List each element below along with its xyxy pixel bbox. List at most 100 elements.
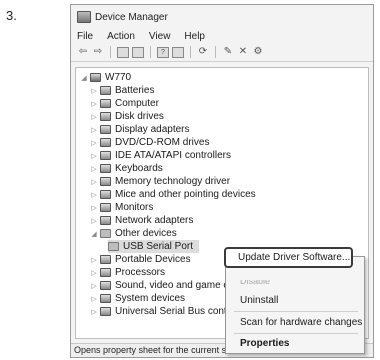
computer-icon xyxy=(90,73,101,82)
disk-drive-icon xyxy=(100,112,111,121)
step-number: 3. xyxy=(6,8,17,23)
collapse-icon[interactable]: ▷ xyxy=(90,165,98,173)
keyboard-icon xyxy=(100,164,111,173)
tree-root[interactable]: ◢ W770 xyxy=(80,71,131,84)
menu-action[interactable]: Action xyxy=(107,31,135,42)
usb-controller-icon xyxy=(100,307,111,316)
sound-icon xyxy=(100,281,111,290)
menu-item-properties[interactable]: Properties xyxy=(240,338,289,349)
collapse-icon[interactable]: ▷ xyxy=(90,282,98,290)
tree-node[interactable]: ▷ Memory technology driver xyxy=(90,175,230,188)
tree-node-selected[interactable]: USB Serial Port xyxy=(108,240,200,253)
system-devices-icon xyxy=(100,294,111,303)
collapse-icon[interactable]: ▷ xyxy=(90,139,98,147)
device-manager-icon xyxy=(77,11,91,23)
title-bar: Device Manager xyxy=(71,5,373,29)
tree-label: Other devices xyxy=(115,228,177,239)
tree-label: Disk drives xyxy=(115,111,164,122)
tree-label: System devices xyxy=(115,293,186,304)
tree-node[interactable]: ▷ Batteries xyxy=(90,84,154,97)
dvd-drive-icon xyxy=(100,138,111,147)
back-icon[interactable]: ⇦ xyxy=(77,46,89,58)
tree-node[interactable]: ◢ Other devices xyxy=(90,227,177,240)
toolbar-divider xyxy=(150,46,151,58)
memory-icon xyxy=(100,177,111,186)
collapse-icon[interactable]: ▷ xyxy=(90,191,98,199)
monitor-icon xyxy=(100,203,111,212)
menu-separator xyxy=(234,311,358,312)
portable-devices-icon xyxy=(100,255,111,264)
network-adapter-icon xyxy=(100,216,111,225)
menu-item-uninstall[interactable]: Uninstall xyxy=(240,295,278,306)
window-title: Device Manager xyxy=(95,11,168,23)
toolbar-divider xyxy=(110,46,111,58)
forward-icon[interactable]: ⇨ xyxy=(92,46,104,58)
tree-node[interactable]: ▷ Keyboards xyxy=(90,162,163,175)
collapse-icon[interactable]: ▷ xyxy=(90,204,98,212)
tree-node[interactable]: ▷ Monitors xyxy=(90,201,153,214)
tree-label: Display adapters xyxy=(115,124,190,135)
menu-view[interactable]: View xyxy=(149,31,171,42)
menu-item-scan[interactable]: Scan for hardware changes xyxy=(240,317,362,328)
tree-label: W770 xyxy=(105,72,132,83)
menu-help[interactable]: Help xyxy=(184,31,205,42)
collapse-icon[interactable]: ▷ xyxy=(90,152,98,160)
collapse-icon[interactable]: ▷ xyxy=(90,269,98,277)
tree-label: Computer xyxy=(115,98,159,109)
battery-icon xyxy=(100,86,111,95)
context-menu: Disable Uninstall Scan for hardware chan… xyxy=(225,256,365,354)
menu-file[interactable]: File xyxy=(77,31,93,42)
properties-icon[interactable] xyxy=(117,46,129,58)
tree-label: Monitors xyxy=(115,202,154,213)
toolbar-divider xyxy=(215,46,216,58)
tree-node[interactable]: ▷ Disk drives xyxy=(90,110,164,123)
scan-icon[interactable]: ⚙ xyxy=(252,46,264,58)
processor-icon xyxy=(100,268,111,277)
uninstall-icon[interactable]: ✎ xyxy=(222,46,234,58)
tree-node[interactable]: ▷ Mice and other pointing devices xyxy=(90,188,256,201)
collapse-icon[interactable]: ▷ xyxy=(90,256,98,264)
collapse-icon[interactable]: ▷ xyxy=(90,217,98,225)
collapse-icon[interactable]: ▷ xyxy=(90,100,98,108)
tree-label: IDE ATA/ATAPI controllers xyxy=(115,150,231,161)
collapse-icon[interactable]: ▷ xyxy=(90,87,98,95)
tree-label: Batteries xyxy=(115,85,155,96)
disable-icon[interactable]: ✕ xyxy=(237,46,249,58)
expand-icon[interactable]: ◢ xyxy=(90,230,98,238)
menu-item-disable: Disable xyxy=(240,276,271,286)
tree-node[interactable]: ▷ Computer xyxy=(90,97,159,110)
collapse-icon[interactable]: ▷ xyxy=(90,126,98,134)
ide-controller-icon xyxy=(100,151,111,160)
tree-node[interactable]: ▷ Processors xyxy=(90,266,165,279)
toolbar-divider xyxy=(190,46,191,58)
update-icon[interactable]: ⟳ xyxy=(197,46,209,58)
menu-item-update-driver[interactable]: Update Driver Software... xyxy=(224,247,353,268)
tree-label: Processors xyxy=(115,267,166,278)
expand-icon[interactable]: ◢ xyxy=(80,74,88,82)
tree-node[interactable]: ▷ Network adapters xyxy=(90,214,193,227)
monitor-icon[interactable] xyxy=(172,46,184,58)
tree-label: Portable Devices xyxy=(115,254,191,265)
view-icon[interactable] xyxy=(132,46,144,58)
tree-label: Keyboards xyxy=(115,163,163,174)
tree-node[interactable]: ▷ Portable Devices xyxy=(90,253,191,266)
tree-label: Mice and other pointing devices xyxy=(115,189,256,200)
computer-icon xyxy=(100,99,111,108)
display-adapter-icon xyxy=(100,125,111,134)
tree-label: Network adapters xyxy=(115,215,194,226)
other-devices-icon xyxy=(100,229,111,238)
collapse-icon[interactable]: ▷ xyxy=(90,308,98,316)
tree-label: Memory technology driver xyxy=(115,176,231,187)
tree-node[interactable]: ▷ IDE ATA/ATAPI controllers xyxy=(90,149,231,162)
collapse-icon[interactable]: ▷ xyxy=(90,295,98,303)
help-icon[interactable]: ? xyxy=(157,46,169,58)
toolbar: ⇦ ⇨ ? ⟳ ✎ ✕ ⚙ xyxy=(71,43,373,62)
collapse-icon[interactable]: ▷ xyxy=(90,178,98,186)
tree-node[interactable]: ▷ System devices xyxy=(90,292,185,305)
tree-node[interactable]: ▷ DVD/CD-ROM drives xyxy=(90,136,209,149)
tree-label: USB Serial Port xyxy=(123,241,194,252)
usb-serial-port-icon xyxy=(108,242,119,251)
collapse-icon[interactable]: ▷ xyxy=(90,113,98,121)
tree-node[interactable]: ▷ Display adapters xyxy=(90,123,189,136)
menu-bar: File Action View Help xyxy=(71,29,373,43)
